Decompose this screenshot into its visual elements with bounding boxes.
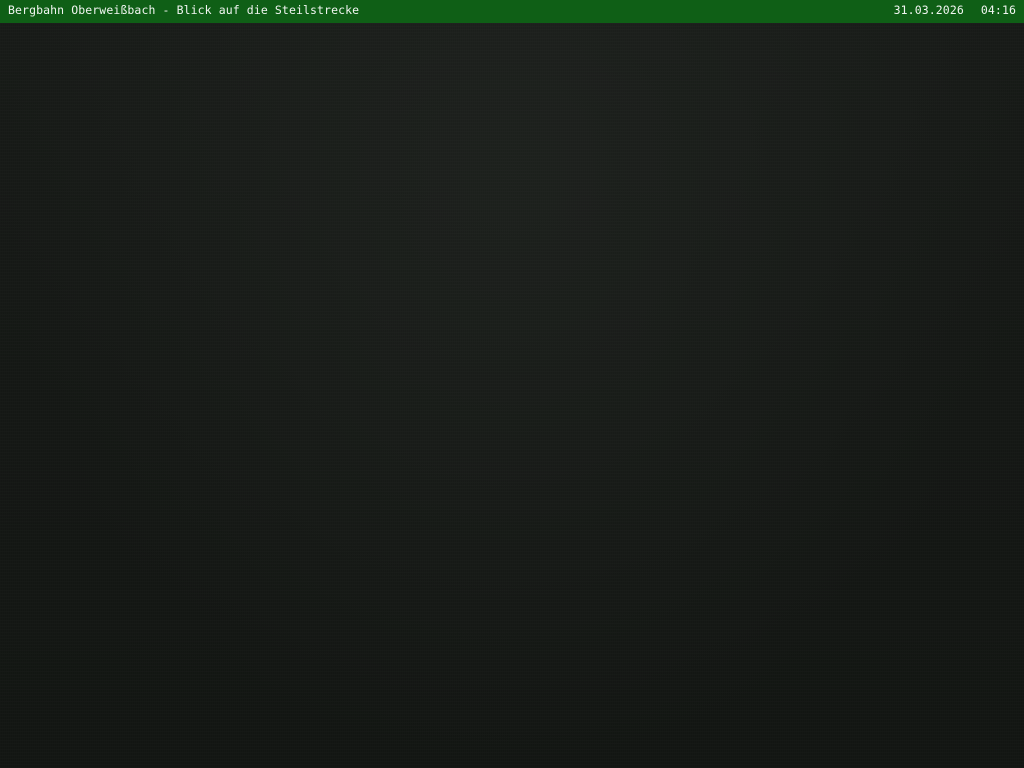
timestamp-time: 04:16 [980,3,1016,18]
webcam-image: Bergbahn Oberweißbach - Blick auf die St… [0,0,1024,768]
timestamp: 31.03.2026 04:16 [894,5,1016,17]
night-scene [0,23,1024,768]
timestamp-date: 31.03.2026 [893,3,964,18]
caption-bar: Bergbahn Oberweißbach - Blick auf die St… [0,0,1024,23]
camera-caption: Bergbahn Oberweißbach - Blick auf die St… [8,3,360,18]
